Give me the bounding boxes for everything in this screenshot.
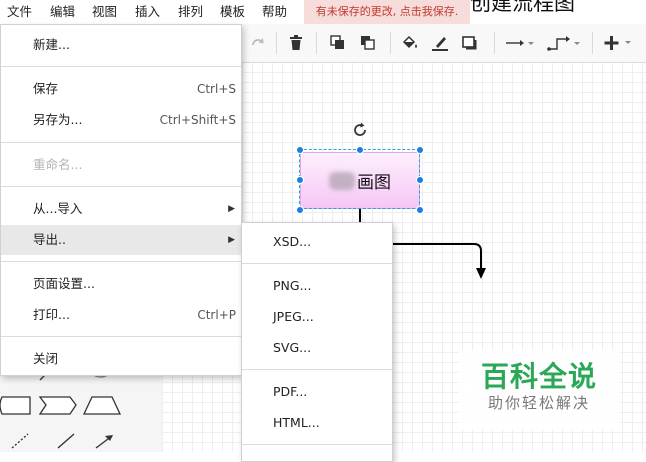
menu-separator — [1, 336, 241, 337]
toolbar-separator — [276, 32, 277, 54]
menu-item-export[interactable]: 导出.. ▶ — [1, 225, 241, 255]
menu-item-label: PNG... — [273, 278, 312, 293]
menu-item-rename: 重命名... — [1, 150, 241, 180]
menu-item-label: JPEG... — [273, 309, 314, 324]
menu-bar: 文件 编辑 视图 插入 排列 模板 帮助 有未保存的更改, 点击我保存. 创建流… — [0, 0, 646, 24]
toolbar-separator — [494, 32, 495, 54]
menu-item-label: 重命名... — [33, 157, 83, 172]
menu-item-print[interactable]: 打印... Ctrl+P — [1, 300, 241, 330]
menu-item-page-setup[interactable]: 页面设置... — [1, 269, 241, 299]
resize-handle-nw[interactable] — [296, 146, 304, 154]
redacted-text — [329, 171, 355, 190]
menu-separator — [242, 263, 392, 264]
menu-item-label: 关闭 — [33, 351, 59, 366]
watermark-title: 百科全说 — [480, 360, 597, 393]
menu-item-label: 从...导入 — [33, 201, 83, 216]
resize-handle-ne[interactable] — [416, 146, 424, 154]
resize-handle-sw[interactable] — [296, 206, 304, 214]
shadow-icon[interactable] — [458, 24, 482, 62]
delete-icon[interactable] — [284, 24, 308, 62]
fill-color-icon[interactable] — [398, 24, 422, 62]
diagram-title[interactable]: 创建流程图 — [470, 0, 575, 15]
to-front-icon[interactable] — [326, 24, 350, 62]
resize-handle-n[interactable] — [356, 146, 364, 154]
unsaved-changes-notice[interactable]: 有未保存的更改, 点击我保存. — [304, 0, 470, 24]
menu-item-label: 新建... — [33, 37, 70, 52]
menu-insert[interactable]: 插入 — [135, 4, 160, 20]
export-svg[interactable]: SVG... — [242, 333, 392, 363]
menu-item-label: 页面设置... — [33, 276, 95, 291]
redo-icon[interactable] — [246, 24, 270, 62]
menu-item-save[interactable]: 保存 Ctrl+S — [1, 74, 241, 104]
menu-separator — [242, 369, 392, 370]
submenu-arrow-icon: ▶ — [228, 235, 235, 245]
resize-handle-w[interactable] — [296, 176, 304, 184]
menu-item-import-from[interactable]: 从...导入 ▶ — [1, 194, 241, 224]
menu-edit[interactable]: 编辑 — [50, 4, 75, 20]
export-submenu: XSD... PNG... JPEG... SVG... PDF... HTML… — [241, 222, 393, 462]
menu-view[interactable]: 视图 — [92, 4, 117, 20]
menu-separator — [1, 186, 241, 187]
shape-label[interactable]: 画图 — [357, 168, 391, 193]
menu-item-label: 另存为... — [33, 112, 83, 127]
menu-separator — [1, 142, 241, 143]
menu-item-label: 保存 — [33, 81, 59, 96]
toolbar — [240, 24, 646, 63]
menu-separator — [242, 444, 392, 445]
toolbar-separator — [390, 32, 391, 54]
watermark-logo: 百科全说 助你轻松解决 — [458, 350, 620, 430]
resize-handle-e[interactable] — [416, 176, 424, 184]
line-color-icon[interactable] — [428, 24, 452, 62]
resize-handle-se[interactable] — [416, 206, 424, 214]
menu-help[interactable]: 帮助 — [262, 4, 287, 20]
export-png[interactable]: PNG... — [242, 271, 392, 301]
insert-plus-icon[interactable] — [602, 24, 636, 62]
menu-item-label: XSD... — [273, 234, 312, 249]
menu-template[interactable]: 模板 — [220, 4, 245, 20]
menu-item-label: SVG... — [273, 340, 312, 355]
export-jpeg[interactable]: JPEG... — [242, 302, 392, 332]
arrowhead — [476, 268, 486, 279]
export-xsd[interactable]: XSD... — [242, 227, 392, 257]
shortcut-label: Ctrl+S — [196, 82, 236, 96]
menu-item-label: PDF... — [273, 384, 308, 399]
flow-shape[interactable]: 画图 — [300, 152, 420, 209]
export-pdf[interactable]: PDF... — [242, 377, 392, 407]
menu-separator — [1, 66, 241, 67]
menu-arrange[interactable]: 排列 — [178, 4, 203, 20]
toolbar-separator — [592, 32, 593, 54]
connection-style-icon[interactable] — [504, 24, 536, 62]
waypoints-icon[interactable] — [546, 24, 582, 62]
menu-item-label: HTML... — [273, 415, 320, 430]
menu-item-label: 打印... — [33, 307, 70, 322]
to-back-icon[interactable] — [356, 24, 380, 62]
menu-item-label: 导出.. — [33, 232, 66, 247]
toolbar-separator — [316, 32, 317, 54]
file-menu-dropdown: 新建... 保存 Ctrl+S 另存为... Ctrl+Shift+S 重命名.… — [0, 24, 242, 376]
menu-item-save-as[interactable]: 另存为... Ctrl+Shift+S — [1, 105, 241, 135]
shortcut-label: Ctrl+P — [197, 308, 236, 322]
menu-item-close[interactable]: 关闭 — [1, 344, 241, 374]
export-html[interactable]: HTML... — [242, 408, 392, 438]
menu-separator — [1, 261, 241, 262]
submenu-arrow-icon: ▶ — [228, 204, 235, 214]
menu-item-new[interactable]: 新建... — [1, 30, 241, 60]
menu-file[interactable]: 文件 — [7, 4, 32, 20]
rotate-handle-icon[interactable] — [351, 121, 369, 143]
shortcut-label: Ctrl+Shift+S — [159, 113, 236, 127]
watermark-subtitle: 助你轻松解决 — [487, 394, 590, 412]
